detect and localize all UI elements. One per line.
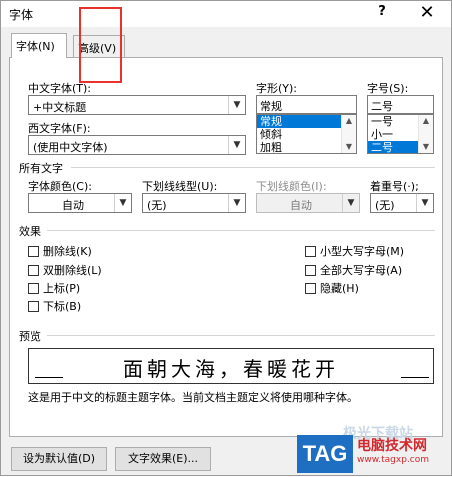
scroll-up-icon[interactable]: ▲	[419, 115, 433, 127]
checkbox-box[interactable]	[28, 301, 39, 312]
underline-color-label: 下划线颜色(I):	[256, 180, 327, 193]
hidden-checkbox[interactable]: 隐藏(H)	[305, 280, 359, 296]
scroll-down-icon[interactable]: ▼	[419, 141, 433, 153]
preview-group-title: 预览	[19, 330, 41, 343]
chevron-down-icon: ▼	[342, 194, 359, 212]
set-default-button[interactable]: 设为默认值(D)	[11, 447, 107, 471]
preview-box: 面朝大海，春暖花开	[28, 348, 434, 384]
size-list[interactable]: 一号 小一 二号 ▲ ▼	[367, 114, 434, 154]
font-dialog: 字体 ? ✕ 字体(N) 高级(V) 中文字体(T): +中文标题 ▼ 西文字体…	[0, 0, 452, 476]
western-font-combo[interactable]: (使用中文字体) ▼	[28, 135, 246, 155]
scroll-down-icon[interactable]: ▼	[342, 141, 356, 153]
group-divider	[71, 167, 435, 168]
highlight-box	[79, 7, 122, 83]
all-text-group-title: 所有文字	[19, 162, 63, 175]
watermark-tag-icon: TAG	[297, 435, 353, 473]
dialog-title: 字体	[9, 8, 34, 22]
western-font-label: 西文字体(F):	[28, 122, 91, 135]
scrollbar[interactable]: ▲ ▼	[341, 115, 356, 153]
underline-type-label: 下划线线型(U):	[142, 180, 218, 193]
checkbox-label: 全部大写字母(A)	[320, 264, 403, 277]
watermark-logo: 极光下载站 TAG 电脑技术网 www.tagxp.com	[297, 425, 452, 477]
preview-description: 这是用于中文的标题主题字体。当前文档主题定义将使用哪种字体。	[28, 391, 358, 404]
close-button[interactable]: ✕	[413, 3, 441, 25]
checkbox-box[interactable]	[28, 283, 39, 294]
style-list[interactable]: 常规 倾斜 加粗 ▲ ▼	[256, 114, 357, 154]
checkbox-label: 双删除线(L)	[43, 264, 102, 277]
style-label: 字形(Y):	[256, 82, 298, 95]
chevron-down-icon: ▼	[228, 194, 245, 212]
subscript-checkbox[interactable]: 下标(B)	[28, 298, 81, 314]
tab-font[interactable]: 字体(N)	[11, 33, 67, 58]
title-bar: 字体 ? ✕	[1, 1, 451, 27]
checkbox-label: 删除线(K)	[43, 245, 92, 258]
scrollbar[interactable]: ▲ ▼	[418, 115, 433, 153]
small-caps-checkbox[interactable]: 小型大写字母(M)	[305, 243, 404, 259]
style-input[interactable]: 常规	[256, 95, 357, 114]
checkbox-box[interactable]	[28, 265, 39, 276]
double-strikethrough-checkbox[interactable]: 双删除线(L)	[28, 262, 102, 278]
watermark-title: 电脑技术网	[357, 438, 427, 454]
group-divider	[47, 335, 435, 336]
checkbox-label: 小型大写字母(M)	[320, 245, 405, 258]
chevron-down-icon: ▼	[228, 96, 245, 114]
checkbox-label: 隐藏(H)	[320, 282, 359, 295]
all-caps-checkbox[interactable]: 全部大写字母(A)	[305, 262, 402, 278]
chinese-font-combo[interactable]: +中文标题 ▼	[28, 95, 246, 115]
font-color-combo[interactable]: 自动 ▼	[28, 193, 132, 213]
effects-group-title: 效果	[19, 225, 41, 238]
emphasis-label: 着重号(·);	[370, 180, 419, 193]
size-input[interactable]: 二号	[367, 95, 434, 114]
underline-type-value: (无)	[147, 199, 167, 212]
checkbox-box[interactable]	[305, 246, 316, 257]
checkbox-label: 下标(B)	[43, 300, 82, 313]
watermark-url: www.tagxp.com	[357, 455, 429, 465]
western-font-value: (使用中文字体)	[33, 141, 108, 154]
superscript-checkbox[interactable]: 上标(P)	[28, 280, 80, 296]
chevron-down-icon: ▼	[114, 194, 131, 212]
checkbox-box[interactable]	[305, 283, 316, 294]
strikethrough-checkbox[interactable]: 删除线(K)	[28, 243, 92, 259]
preview-sample-text: 面朝大海，春暖花开	[123, 357, 339, 381]
chevron-down-icon: ▼	[416, 194, 433, 212]
underline-color-combo: 自动 ▼	[256, 193, 360, 213]
checkbox-box[interactable]	[28, 246, 39, 257]
emphasis-combo[interactable]: (无) ▼	[370, 193, 434, 213]
size-label: 字号(S):	[367, 82, 409, 95]
scroll-up-icon[interactable]: ▲	[342, 115, 356, 127]
help-button[interactable]: ?	[371, 4, 393, 24]
checkbox-label: 上标(P)	[43, 282, 81, 295]
group-divider	[47, 230, 435, 231]
underline-type-combo[interactable]: (无) ▼	[142, 193, 246, 213]
chinese-font-value: +中文标题	[33, 101, 87, 114]
text-effects-button[interactable]: 文字效果(E)...	[115, 447, 211, 471]
font-color-label: 字体颜色(C):	[28, 180, 92, 193]
checkbox-box[interactable]	[305, 265, 316, 276]
chevron-down-icon: ▼	[228, 136, 245, 154]
emphasis-value: (无)	[375, 199, 395, 212]
